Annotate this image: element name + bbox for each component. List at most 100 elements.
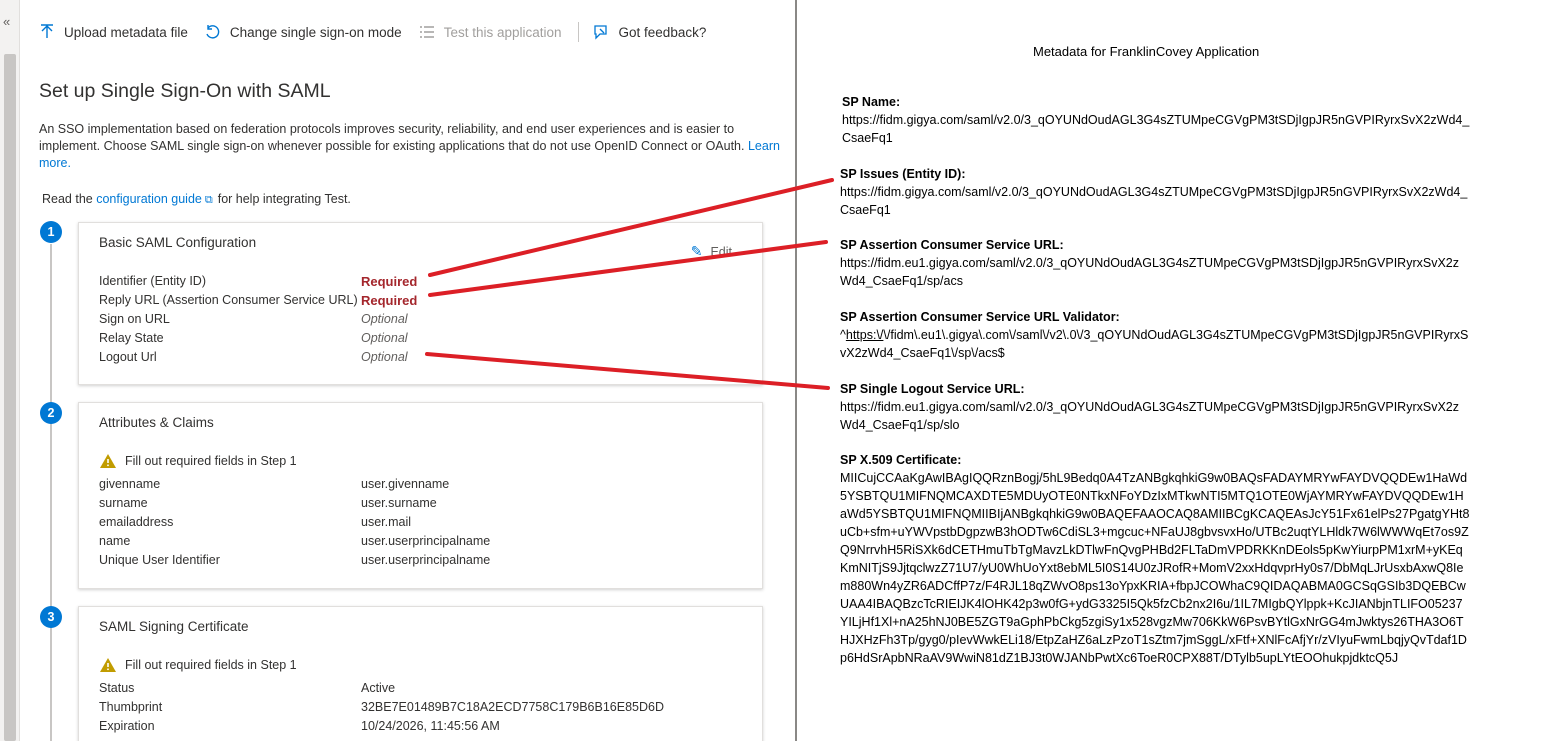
change-sso-mode-button[interactable]: Change single sign-on mode xyxy=(204,23,402,41)
card-title: Basic SAML Configuration xyxy=(99,235,257,250)
guide-suffix: for help integrating Test. xyxy=(217,192,351,206)
config-row-logout-url: Logout Url Optional xyxy=(99,350,739,369)
slo-url-label: SP Single Logout Service URL: xyxy=(840,382,1025,396)
document-title: Metadata for FranklinCovey Application xyxy=(1033,44,1260,59)
pencil-icon: ✎ xyxy=(690,243,703,259)
step-3-badge: 3 xyxy=(40,606,62,628)
sp-name-label: SP Name: xyxy=(842,95,901,109)
left-collapsed-rail: « xyxy=(0,0,20,741)
slo-url-section: SP Single Logout Service URL: https://fi… xyxy=(840,380,1470,434)
card-title: SAML Signing Certificate xyxy=(99,619,249,634)
acs-validator-label: SP Assertion Consumer Service URL Valida… xyxy=(840,310,1120,324)
x509-certificate-section: SP X.509 Certificate: MIICujCCAaKgAwIBAg… xyxy=(840,451,1470,667)
intro-text: An SSO implementation based on federatio… xyxy=(39,121,784,172)
metadata-document: Metadata for FranklinCovey Application S… xyxy=(820,0,1541,741)
row-value: user.givenname xyxy=(361,477,450,491)
row-key: Expiration xyxy=(99,719,155,733)
double-chevron-left-icon[interactable]: « xyxy=(3,14,10,29)
feedback-button[interactable]: Got feedback? xyxy=(593,23,707,41)
claim-row: givenname user.givenname xyxy=(99,477,739,496)
command-bar: Upload metadata file Change single sign-… xyxy=(38,18,722,46)
external-link-icon: ⧉ xyxy=(204,194,213,206)
config-row-relay-state: Relay State Optional xyxy=(99,331,739,350)
test-application-button[interactable]: Test this application xyxy=(418,23,562,41)
intro-body: An SSO implementation based on federatio… xyxy=(39,122,745,153)
upload-metadata-button[interactable]: Upload metadata file xyxy=(38,23,188,41)
edit-label: Edit xyxy=(710,244,732,259)
test-application-label: Test this application xyxy=(443,24,562,40)
acs-validator-value: ^https:\/\/fidm\.eu1\.gigya\.com\/saml\/… xyxy=(840,326,1470,362)
basic-saml-configuration-card: Basic SAML Configuration ✎ Edit Identifi… xyxy=(78,222,763,385)
list-icon xyxy=(418,23,436,41)
row-key: Sign on URL xyxy=(99,312,170,326)
sp-name-section: SP Name: https://fidm.gigya.com/saml/v2.… xyxy=(842,93,1472,147)
row-value: user.userprincipalname xyxy=(361,534,491,548)
row-key: Unique User Identifier xyxy=(99,553,220,567)
saml-signing-certificate-card: SAML Signing Certificate Fill out requir… xyxy=(78,606,763,741)
acs-url-label: SP Assertion Consumer Service URL: xyxy=(840,238,1064,252)
warning-text: Fill out required fields in Step 1 xyxy=(125,658,297,672)
warning-message: Fill out required fields in Step 1 xyxy=(99,453,297,469)
scrollbar[interactable] xyxy=(4,54,16,741)
sp-issues-label: SP Issues (Entity ID): xyxy=(840,167,966,181)
upload-icon xyxy=(38,23,56,41)
config-row-identifier: Identifier (Entity ID) Required xyxy=(99,274,739,293)
row-key: Logout Url xyxy=(99,350,157,364)
x509-certificate-value: MIICujCCAaKgAwIBAgIQQRznBogj/5hL9Bedq0A4… xyxy=(840,471,1470,665)
certificate-row-thumbprint: Thumbprint 32BE7E01489B7C18A2ECD7758C179… xyxy=(99,700,739,719)
acs-validator-section: SP Assertion Consumer Service URL Valida… xyxy=(840,308,1470,362)
row-key: Thumbprint xyxy=(99,700,163,714)
slo-url-value: https://fidm.eu1.gigya.com/saml/v2.0/3_q… xyxy=(840,400,1459,432)
row-key: surname xyxy=(99,496,148,510)
warning-icon xyxy=(100,658,116,672)
warning-icon xyxy=(100,454,116,468)
x509-certificate-label: SP X.509 Certificate: xyxy=(840,453,962,467)
saml-setup-pane: Upload metadata file Change single sign-… xyxy=(20,0,797,741)
sp-issues-section: SP Issues (Entity ID): https://fidm.gigy… xyxy=(840,165,1470,219)
row-key: Reply URL (Assertion Consumer Service UR… xyxy=(99,293,358,307)
sp-name-value: https://fidm.gigya.com/saml/v2.0/3_qOYUN… xyxy=(842,113,1470,145)
row-value: 32BE7E01489B7C18A2ECD7758C179B6B16E85D6D xyxy=(361,700,664,714)
row-key: Identifier (Entity ID) xyxy=(99,274,206,288)
acs-validator-rest: \/fidm\.eu1\.gigya\.com\/saml\/v2\.0\/3_… xyxy=(840,328,1469,360)
row-key: name xyxy=(99,534,131,548)
feedback-label: Got feedback? xyxy=(618,24,707,40)
certificate-row-expiration: Expiration 10/24/2026, 11:45:56 AM xyxy=(99,719,739,738)
row-value: user.surname xyxy=(361,496,437,510)
warning-text: Fill out required fields in Step 1 xyxy=(125,454,297,468)
attributes-claims-card: Attributes & Claims Fill out required fi… xyxy=(78,402,763,589)
step-2-badge: 2 xyxy=(40,402,62,424)
row-value: Optional xyxy=(361,312,408,326)
edit-button[interactable]: ✎ Edit xyxy=(691,243,732,260)
row-value: Required xyxy=(361,274,418,289)
step-connector-line xyxy=(50,244,52,741)
warning-message: Fill out required fields in Step 1 xyxy=(99,657,297,673)
row-value: Optional xyxy=(361,331,408,345)
row-key: emailaddress xyxy=(99,515,174,529)
row-value: Active xyxy=(361,681,396,695)
row-key: Status xyxy=(99,681,135,695)
sp-issues-value: https://fidm.gigya.com/saml/v2.0/3_qOYUN… xyxy=(840,185,1468,217)
configuration-guide-link[interactable]: configuration guide xyxy=(96,192,202,206)
row-value: 10/24/2026, 11:45:56 AM xyxy=(361,719,500,733)
row-value: Optional xyxy=(361,350,408,364)
claim-row: Unique User Identifier user.userprincipa… xyxy=(99,553,739,572)
certificate-row-status: Status Active xyxy=(99,681,739,700)
row-key: givenname xyxy=(99,477,161,491)
step-1-badge: 1 xyxy=(40,221,62,243)
page-title: Set up Single Sign-On with SAML xyxy=(39,80,331,102)
card-title: Attributes & Claims xyxy=(99,415,214,430)
row-value: user.userprincipalname xyxy=(361,553,491,567)
toolbar-separator xyxy=(577,22,579,42)
claim-row: emailaddress user.mail xyxy=(99,515,739,534)
row-value: user.mail xyxy=(361,515,412,529)
configuration-guide-line: Read the configuration guide ⧉ for help in… xyxy=(42,192,351,207)
feedback-icon xyxy=(593,23,611,41)
undo-icon xyxy=(204,23,222,41)
acs-url-section: SP Assertion Consumer Service URL: https… xyxy=(840,236,1470,290)
claim-row: name user.userprincipalname xyxy=(99,534,739,553)
acs-validator-link[interactable]: https:\/ xyxy=(846,328,884,342)
row-value: Required xyxy=(361,293,418,308)
claim-row: surname user.surname xyxy=(99,496,739,515)
change-sso-mode-label: Change single sign-on mode xyxy=(229,24,402,40)
